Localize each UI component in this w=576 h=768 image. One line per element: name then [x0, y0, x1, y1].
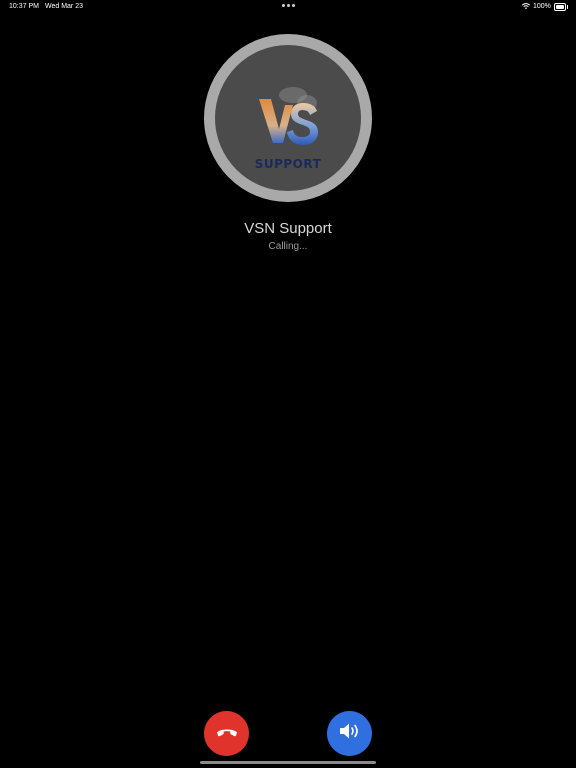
phone-hangup-icon [216, 725, 238, 743]
status-time: 10:37 PM [9, 3, 39, 10]
vs-logo-graphic [259, 87, 318, 145]
contact-avatar: SUPPORT [204, 34, 372, 202]
speaker-button[interactable] [327, 711, 372, 756]
battery-percent: 100% [533, 3, 551, 10]
more-dots-icon[interactable] [282, 4, 295, 7]
contact-name: VSN Support [244, 220, 332, 237]
home-indicator[interactable] [200, 761, 376, 764]
call-status: Calling... [268, 241, 308, 252]
avatar-image: SUPPORT [215, 45, 361, 191]
status-date: Wed Mar 23 [45, 3, 83, 10]
wifi-icon [521, 2, 531, 12]
status-bar: 10:37 PM Wed Mar 23 100% [0, 0, 576, 14]
end-call-button[interactable] [204, 711, 249, 756]
battery-icon [554, 3, 568, 11]
avatar-logo-text: SUPPORT [254, 157, 322, 171]
speaker-icon [338, 721, 362, 746]
